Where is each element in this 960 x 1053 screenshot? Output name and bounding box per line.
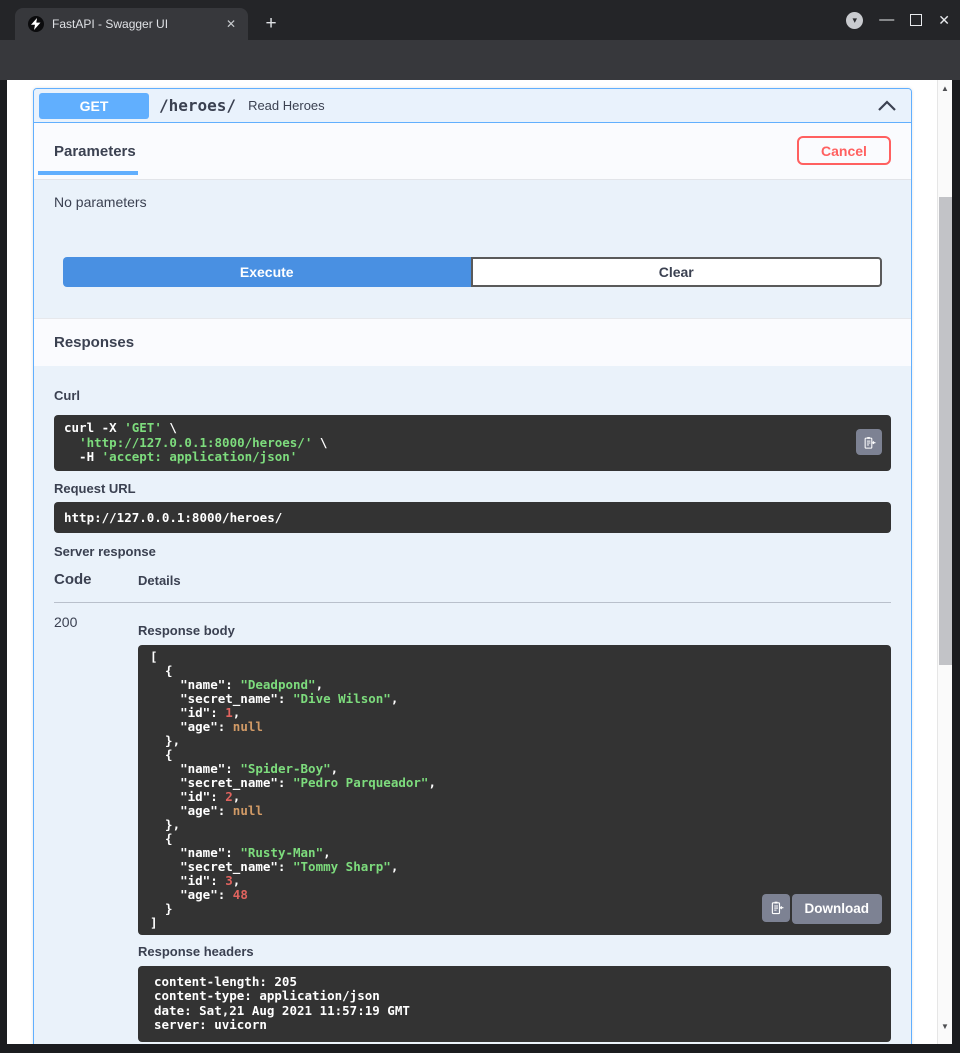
tab-close-icon[interactable]: ✕: [222, 15, 240, 33]
new-tab-button[interactable]: +: [259, 13, 283, 37]
fastapi-favicon-icon: [28, 16, 44, 32]
curl-code-lines: curl -X 'GET' \ 'http://127.0.0.1:8000/h…: [64, 421, 881, 465]
response-body-code-lines: [ { "name": "Deadpond", "secret_name": "…: [150, 650, 879, 930]
collapse-chevron-icon[interactable]: [877, 99, 897, 112]
copy-response-button[interactable]: [762, 894, 790, 922]
response-body-label: Response body: [138, 623, 891, 638]
curl-label: Curl: [54, 388, 891, 403]
response-headers-label: Response headers: [138, 944, 891, 959]
execute-button[interactable]: Execute: [63, 257, 471, 287]
code-line: {: [150, 664, 879, 678]
browser-toolbar: ← → ↻ 127.0.0.1:8000/docs#/default/read_…: [0, 40, 960, 80]
endpoint-path: /heroes/: [159, 96, 236, 115]
code-line: },: [150, 818, 879, 832]
code-line: date: Sat,21 Aug 2021 11:57:19 GMT: [154, 1004, 875, 1019]
code-line: "name": "Rusty-Man",: [150, 846, 879, 860]
code-line: "id": 2,: [150, 790, 879, 804]
code-line: content-length: 205: [154, 975, 875, 990]
tab-search-icon[interactable]: ▾: [846, 12, 863, 29]
responses-body: Curl curl -X 'GET' \ 'http://127.0.0.1:8…: [34, 366, 911, 1044]
clear-button[interactable]: Clear: [471, 257, 883, 287]
code-line: "id": 1,: [150, 706, 879, 720]
code-line: "name": "Spider-Boy",: [150, 762, 879, 776]
server-response-label: Server response: [54, 544, 891, 559]
status-code: 200: [54, 614, 138, 1042]
code-line: "secret_name": "Tommy Sharp",: [150, 860, 879, 874]
scrollbar-up-icon[interactable]: ▲: [938, 84, 952, 93]
curl-command-block: curl -X 'GET' \ 'http://127.0.0.1:8000/h…: [54, 415, 891, 471]
code-line: content-type: application/json: [154, 989, 875, 1004]
window-minimize-button[interactable]: —: [879, 15, 894, 25]
opblock-get-heroes: GET /heroes/ Read Heroes Parameters Canc…: [33, 88, 912, 1044]
code-line: server: uvicorn: [154, 1018, 875, 1033]
tab-title: FastAPI - Swagger UI: [52, 17, 222, 31]
code-column-header: Code: [54, 571, 138, 602]
browser-titlebar: FastAPI - Swagger UI ✕ + ▾ — ✕: [0, 0, 960, 40]
cancel-button[interactable]: Cancel: [797, 136, 891, 165]
code-line: "id": 3,: [150, 874, 879, 888]
scrollbar-thumb[interactable]: [939, 197, 952, 665]
code-line: "name": "Deadpond",: [150, 678, 879, 692]
method-badge: GET: [39, 93, 149, 119]
responses-header: Responses: [34, 318, 911, 366]
execute-wrapper: Execute Clear: [34, 210, 911, 318]
opblock-summary[interactable]: GET /heroes/ Read Heroes: [34, 89, 911, 123]
code-line: {: [150, 832, 879, 846]
request-url-value: http://127.0.0.1:8000/heroes/: [64, 510, 881, 525]
request-url-label: Request URL: [54, 481, 891, 496]
parameters-body: No parameters Execute Clear: [34, 180, 911, 318]
details-column-header: Details: [138, 571, 181, 602]
code-line: 'http://127.0.0.1:8000/heroes/' \: [64, 436, 881, 451]
code-line: {: [150, 748, 879, 762]
code-line: -H 'accept: application/json': [64, 450, 881, 465]
browser-tab-active[interactable]: FastAPI - Swagger UI ✕: [15, 8, 248, 40]
code-line: "secret_name": "Dive Wilson",: [150, 692, 879, 706]
code-line: [: [150, 650, 879, 664]
code-line: "age": null: [150, 804, 879, 818]
scrollbar-down-icon[interactable]: ▼: [938, 1022, 952, 1031]
response-headers-lines: content-length: 205content-type: applica…: [154, 975, 875, 1033]
response-headers-block: content-length: 205content-type: applica…: [138, 966, 891, 1042]
code-line: curl -X 'GET' \: [64, 421, 881, 436]
table-row: 200 Response body [ { "name": "Deadpond"…: [54, 603, 891, 1042]
window-close-button[interactable]: ✕: [938, 12, 950, 29]
request-url-block: http://127.0.0.1:8000/heroes/: [54, 502, 891, 533]
server-response-table: Code Details 200 Response body [ { "name…: [54, 571, 891, 1042]
code-line: "age": null: [150, 720, 879, 734]
responses-title: Responses: [54, 334, 134, 351]
window-maximize-button[interactable]: [910, 14, 922, 26]
code-line: },: [150, 734, 879, 748]
parameters-title: Parameters: [54, 143, 136, 160]
table-header-row: Code Details: [54, 571, 891, 603]
download-button[interactable]: Download: [792, 894, 883, 924]
active-tab-underline: [38, 171, 138, 175]
copy-curl-button[interactable]: [856, 429, 882, 455]
no-parameters-text: No parameters: [34, 194, 911, 210]
endpoint-summary: Read Heroes: [248, 98, 877, 113]
response-body-block: [ { "name": "Deadpond", "secret_name": "…: [138, 645, 891, 935]
page-scrollbar[interactable]: ▲ ▼: [937, 80, 952, 1044]
parameters-header: Parameters Cancel: [34, 123, 911, 180]
code-line: "secret_name": "Pedro Parqueador",: [150, 776, 879, 790]
swagger-page: GET /heroes/ Read Heroes Parameters Canc…: [7, 80, 937, 1044]
